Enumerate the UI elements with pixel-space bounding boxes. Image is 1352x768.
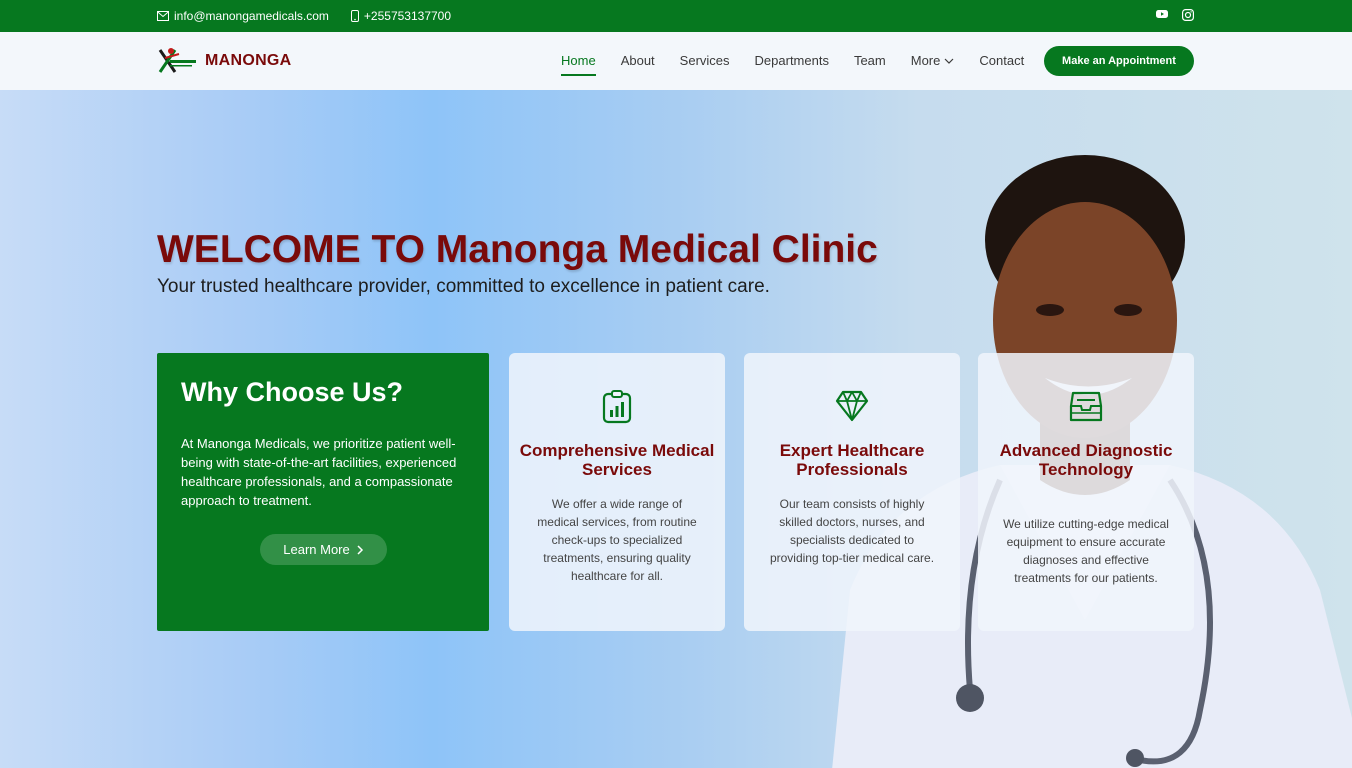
nav-services-label: Services [679, 53, 730, 68]
chevron-down-icon [944, 58, 954, 64]
why-text: At Manonga Medicals, we prioritize patie… [181, 436, 457, 508]
feature-card-diagnostics: Advanced Diagnostic Technology We utiliz… [978, 353, 1194, 631]
nav-about[interactable]: About [621, 53, 655, 68]
feature-card-services: Comprehensive Medical Services We offer … [509, 353, 725, 631]
site-header: MANONGA Home About Services Departments … [0, 32, 1352, 90]
gem-icon [835, 390, 869, 422]
nav-departments[interactable]: Departments [755, 53, 829, 68]
nav-more[interactable]: More [911, 53, 955, 68]
phone-icon [350, 10, 359, 22]
nav-departments-label: Departments [754, 53, 829, 68]
card-title: Comprehensive Medical Services [519, 441, 715, 479]
make-appointment-button[interactable]: Make an Appointment [1044, 46, 1194, 76]
logo-mark-icon [158, 48, 196, 73]
phone-text: +255753137700 [363, 9, 452, 23]
nav-about-label: About [620, 53, 655, 68]
email-text: info@manongamedicals.com [174, 9, 329, 23]
nav-home-label: Home [561, 53, 596, 68]
contact-info: info@manongamedicals.com +255753137700 [157, 9, 473, 23]
learn-more-label: Learn More [283, 542, 350, 557]
learn-more-button[interactable]: Learn More [260, 534, 387, 565]
logo[interactable]: MANONGA [157, 46, 292, 76]
why-choose-us-panel: Why Choose Us? At Manonga Medicals, we p… [157, 353, 489, 631]
card-title: Expert Healthcare Professionals [779, 441, 925, 479]
feature-card-professionals: Expert Healthcare Professionals Our team… [744, 353, 960, 631]
clipboard-chart-icon [602, 390, 632, 424]
brand-name: MANONGA [205, 52, 292, 69]
inbox-icon [1069, 391, 1103, 422]
youtube-icon[interactable] [1156, 9, 1168, 21]
phone-link[interactable]: +255753137700 [350, 9, 452, 23]
card-title: Advanced Diagnostic Technology [999, 441, 1173, 479]
card-text: Our team consists of highly skilled doct… [769, 497, 935, 565]
email-link[interactable]: info@manongamedicals.com [157, 9, 329, 23]
hero-title: WELCOME TO Manonga Medical Clinic [157, 228, 878, 271]
top-bar: info@manongamedicals.com +255753137700 [0, 0, 1352, 32]
nav-more-label: More [910, 53, 941, 68]
nav-team[interactable]: Team [854, 53, 886, 68]
envelope-icon [157, 11, 169, 21]
card-text: We offer a wide range of medical service… [537, 497, 697, 583]
nav-team-label: Team [853, 53, 886, 68]
instagram-icon[interactable] [1182, 9, 1194, 21]
nav-contact[interactable]: Contact [979, 53, 1024, 68]
social-links [1142, 9, 1194, 21]
why-title: Why Choose Us? [181, 377, 404, 407]
chevron-right-icon [357, 544, 363, 555]
main-nav: Home About Services Departments Team Mor… [561, 53, 1049, 76]
nav-contact-label: Contact [979, 53, 1025, 68]
hero-section: WELCOME TO Manonga Medical Clinic Your t… [0, 90, 1352, 768]
nav-home[interactable]: Home [561, 53, 596, 76]
hero-subtitle: Your trusted healthcare provider, commit… [157, 276, 770, 297]
nav-services[interactable]: Services [680, 53, 730, 68]
card-text: We utilize cutting-edge medical equipmen… [1003, 517, 1169, 585]
